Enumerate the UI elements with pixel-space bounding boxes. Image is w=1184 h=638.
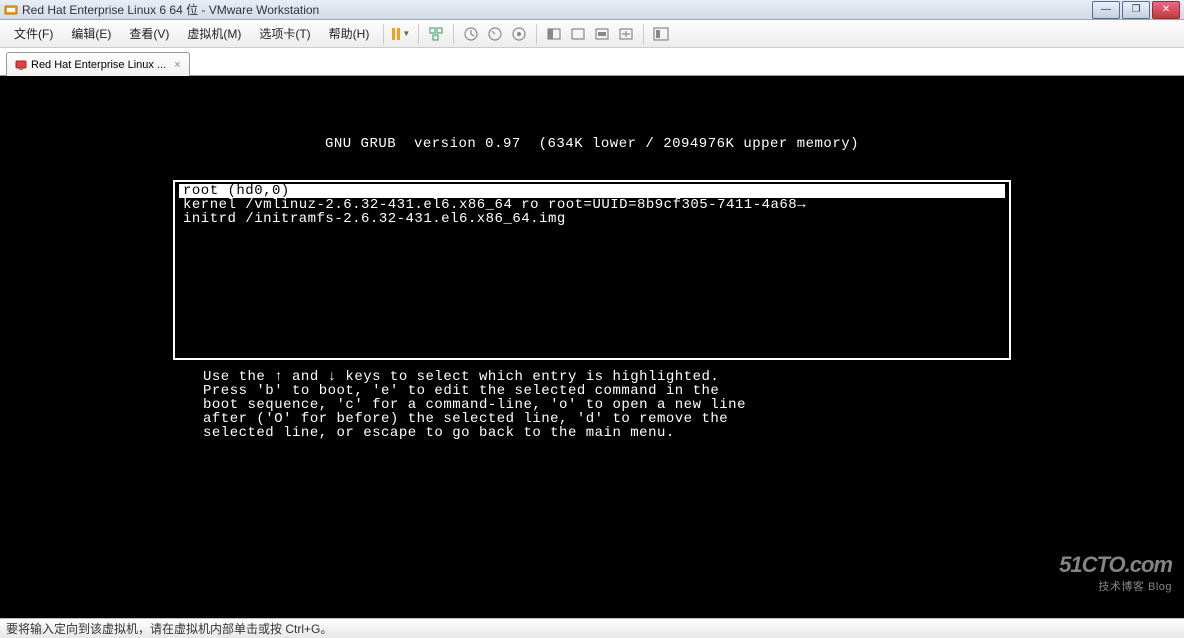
revert-snapshot-button[interactable] — [484, 23, 506, 45]
fullscreen-button[interactable] — [591, 23, 613, 45]
menu-view[interactable]: 查看(V) — [121, 22, 177, 45]
snapshot-manager-button[interactable] — [508, 23, 530, 45]
vm-tab[interactable]: Red Hat Enterprise Linux ... × — [6, 52, 190, 76]
toolbar-separator — [418, 24, 419, 44]
unity-button[interactable] — [567, 23, 589, 45]
toolbar-separator — [643, 24, 644, 44]
statusbar: 要将输入定向到该虚拟机，请在虚拟机内部单击或按 Ctrl+G。 — [0, 618, 1184, 638]
grub-entry-selected[interactable]: root (hd0,0) — [179, 184, 1005, 198]
pause-vm-button[interactable]: ▼ — [390, 23, 412, 45]
grub-menu-box: root (hd0,0) kernel /vmlinuz-2.6.32-431.… — [173, 180, 1011, 360]
stretch-button[interactable] — [615, 23, 637, 45]
send-ctrl-alt-del-button[interactable] — [425, 23, 447, 45]
grub-help-text: Use the ↑ and ↓ keys to select which ent… — [173, 370, 1011, 440]
window-title: Red Hat Enterprise Linux 6 64 位 - VMware… — [22, 1, 1090, 18]
watermark: 51CTO.com 技术博客 Blog — [1059, 552, 1172, 594]
vm-icon — [15, 59, 27, 71]
tab-label: Red Hat Enterprise Linux ... — [31, 59, 166, 71]
grub-entry[interactable]: initrd /initramfs-2.6.32-431.el6.x86_64.… — [179, 212, 1005, 226]
menu-tabs[interactable]: 选项卡(T) — [251, 22, 318, 45]
minimize-button[interactable]: — — [1092, 1, 1120, 19]
vm-console[interactable]: GNU GRUB version 0.97 (634K lower / 2094… — [0, 76, 1184, 618]
status-text: 要将输入定向到该虚拟机，请在虚拟机内部单击或按 Ctrl+G。 — [6, 620, 332, 637]
watermark-line1: 51CTO.com — [1059, 552, 1172, 578]
app-icon — [4, 3, 18, 17]
pause-icon — [392, 28, 400, 40]
chevron-down-icon: ▼ — [402, 29, 410, 38]
menu-edit[interactable]: 编辑(E) — [63, 22, 119, 45]
tabstrip: Red Hat Enterprise Linux ... × — [0, 48, 1184, 76]
tab-close-button[interactable]: × — [174, 59, 180, 71]
show-console-button[interactable] — [543, 23, 565, 45]
window-titlebar: Red Hat Enterprise Linux 6 64 位 - VMware… — [0, 0, 1184, 20]
menu-file[interactable]: 文件(F) — [6, 22, 61, 45]
toolbar-separator — [453, 24, 454, 44]
watermark-line2: 技术博客 Blog — [1059, 578, 1172, 594]
close-button[interactable]: ✕ — [1152, 1, 1180, 19]
maximize-button[interactable]: ❐ — [1122, 1, 1150, 19]
grub-header: GNU GRUB version 0.97 (634K lower / 2094… — [173, 136, 1011, 152]
toolbar-separator — [536, 24, 537, 44]
toolbar-separator — [383, 24, 384, 44]
menu-vm[interactable]: 虚拟机(M) — [179, 22, 249, 45]
grub-entry[interactable]: kernel /vmlinuz-2.6.32-431.el6.x86_64 ro… — [179, 198, 1005, 212]
library-button[interactable] — [650, 23, 672, 45]
snapshot-button[interactable] — [460, 23, 482, 45]
menubar: 文件(F) 编辑(E) 查看(V) 虚拟机(M) 选项卡(T) 帮助(H) ▼ — [0, 20, 1184, 48]
menu-help[interactable]: 帮助(H) — [321, 22, 378, 45]
